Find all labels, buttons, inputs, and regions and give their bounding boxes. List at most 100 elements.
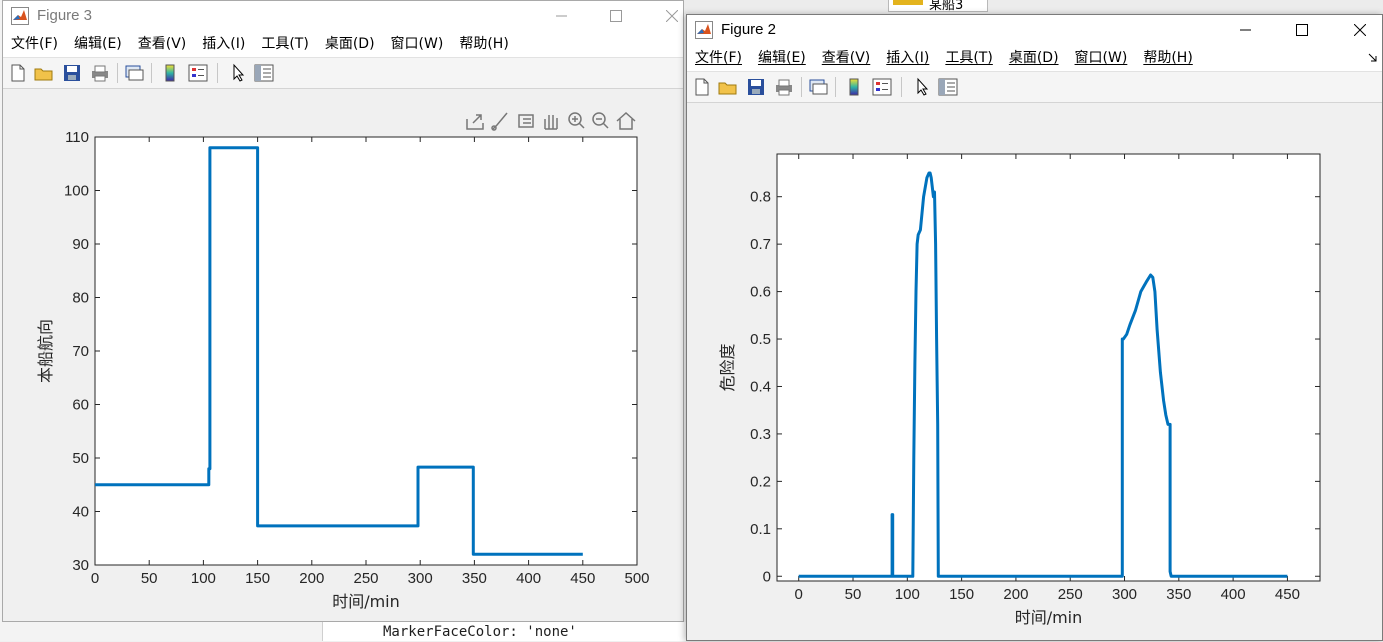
y-tick-label: 50 [72,450,89,467]
x-tick-label: 300 [408,570,433,587]
colorbar-icon[interactable] [843,77,865,97]
menu-edit[interactable]: 编辑(E) [66,31,130,57]
background-tab-label: 某船3 [929,0,964,13]
x-tick-label: 500 [624,570,649,587]
y-tick-label: 60 [72,397,89,414]
maximize-button[interactable] [1279,15,1325,45]
save-icon[interactable] [61,63,83,83]
link-plot-icon[interactable] [123,63,145,83]
save-icon[interactable] [745,77,767,97]
toolbar-separator [151,63,152,83]
matlab-logo-icon [11,7,29,25]
legend-icon[interactable] [871,77,893,97]
x-tick-label: 250 [353,570,378,587]
x-tick-label: 250 [1058,586,1083,603]
figure2-window: Figure 2 文件(F) 编辑(E) 查看(V) 插入(I) 工具(T) 桌面(D) 窗… [686,14,1383,641]
maximize-icon [610,10,622,22]
close-icon [666,10,678,22]
menu-view[interactable]: 查看(V) [130,31,195,57]
x-tick-label: 350 [1166,586,1191,603]
x-tick-label: 100 [191,570,216,587]
y-tick-label: 0.3 [750,426,771,443]
y-tick-label: 0.1 [750,521,771,538]
y-tick-label: 0.7 [750,236,771,253]
print-icon[interactable] [89,63,111,83]
menu-insert[interactable]: 插入(I) [878,45,937,71]
figure2-titlebar[interactable]: Figure 2 [687,15,1382,45]
figure3-menubar: 文件(F) 编辑(E) 查看(V) 插入(I) 工具(T) 桌面(D) 窗口(W) 帮助(H) [3,31,683,57]
figure3-window: Figure 3 文件(F) 编辑(E) 查看(V) 插入(I) 工具(T) 桌面(D) 窗… [2,0,684,622]
link-plot-icon[interactable] [807,77,829,97]
y-tick-label: 110 [65,129,89,146]
menu-desktop[interactable]: 桌面(D) [1001,45,1067,71]
matlab-logo-icon [695,21,713,39]
toolbar-separator [835,77,836,97]
x-tick-label: 350 [462,570,487,587]
minimize-button[interactable] [539,1,585,31]
x-axis-label: 时间/min [332,592,400,611]
new-figure-icon[interactable] [691,77,713,97]
dock-arrow-icon[interactable] [1368,53,1378,63]
x-tick-label: 200 [299,570,324,587]
print-icon[interactable] [773,77,795,97]
toolbar-separator [801,77,802,97]
x-tick-label: 400 [516,570,541,587]
x-tick-label: 450 [1275,586,1300,603]
x-axis-label: 时间/min [1015,608,1083,627]
property-inspector-icon[interactable] [937,77,959,97]
y-axis-label: 本船航向 [36,319,55,383]
menu-help[interactable]: 帮助(H) [1135,45,1200,71]
menu-tools[interactable]: 工具(T) [253,31,316,57]
x-tick-label: 0 [795,586,803,603]
y-tick-label: 70 [72,343,89,360]
menu-tools[interactable]: 工具(T) [937,45,1000,71]
x-tick-label: 450 [570,570,595,587]
pointer-icon[interactable] [227,63,249,83]
menu-insert[interactable]: 插入(I) [194,31,253,57]
toolbar-separator [217,63,218,83]
background-tab[interactable]: 某船3 [888,0,988,13]
pointer-icon[interactable] [911,77,933,97]
menu-window[interactable]: 窗口(W) [383,31,452,57]
minimize-button[interactable] [1223,15,1269,45]
y-tick-label: 40 [72,504,89,521]
figure3-chart: 0 50 100 150 200 250 300 350 400 450 500 30 40 50 60 70… [36,129,650,611]
menu-view[interactable]: 查看(V) [814,45,879,71]
new-figure-icon[interactable] [7,63,29,83]
legend-icon[interactable] [187,63,209,83]
open-folder-icon[interactable] [33,63,55,83]
y-tick-label: 0.8 [750,189,771,206]
menu-file[interactable]: 文件(F) [687,45,750,71]
x-tick-label: 200 [1003,586,1028,603]
x-tick-label: 150 [949,586,974,603]
figure2-canvas: 0 50 100 150 200 250 300 350 400 450 0 0.1 0.2 0.3 0.4… [687,111,1382,640]
plot-area [94,136,638,566]
y-tick-label: 100 [64,183,89,200]
y-axis-label: 危险度 [718,343,737,391]
menu-desktop[interactable]: 桌面(D) [317,31,383,57]
figure3-title: Figure 3 [37,7,93,24]
menu-help[interactable]: 帮助(H) [451,31,516,57]
y-tick-label: 0.5 [750,331,771,348]
x-tick-label: 400 [1221,586,1246,603]
colorbar-icon[interactable] [159,63,181,83]
figure3-titlebar[interactable]: Figure 3 [3,1,683,31]
maximize-button[interactable] [593,1,639,31]
x-tick-label: 0 [91,570,99,587]
figure3-toolbar [3,57,683,89]
menu-edit[interactable]: 编辑(E) [750,45,814,71]
menu-file[interactable]: 文件(F) [3,31,66,57]
y-tick-label: 30 [72,557,89,574]
property-inspector-icon[interactable] [253,63,275,83]
y-tick-label: 0.2 [750,473,771,490]
menu-window[interactable]: 窗口(W) [1067,45,1136,71]
y-tick-label: 0 [763,568,771,585]
x-tick-label: 150 [245,570,270,587]
figure3-canvas: 0 50 100 150 200 250 300 350 400 450 500 30 40 50 60 70… [3,97,683,621]
y-tick-label: 90 [72,236,89,253]
minimize-icon [1240,29,1251,31]
background-window-strip [680,0,1383,14]
y-tick-label: 80 [72,290,89,307]
close-button[interactable] [1337,15,1383,45]
open-folder-icon[interactable] [717,77,739,97]
